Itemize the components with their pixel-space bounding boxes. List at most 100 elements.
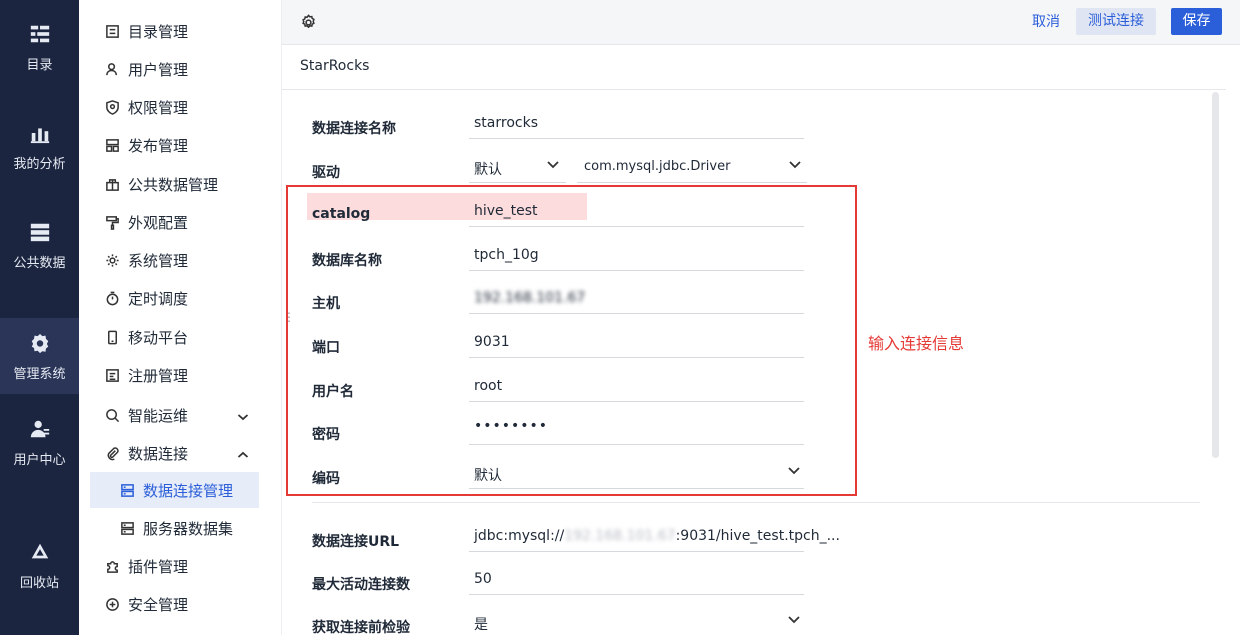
shield-icon	[104, 99, 120, 115]
sidebar-item-label: 定时调度	[128, 289, 189, 308]
catalog-icon	[28, 22, 52, 46]
mobile-icon	[104, 329, 120, 345]
divider	[282, 89, 1226, 90]
rail-item-label: 目录	[26, 57, 53, 73]
rail-item-catalog[interactable]: 目录	[0, 9, 79, 85]
user-icon	[28, 417, 52, 441]
editor-toolbar: 取消 测试连接 保存	[282, 0, 1240, 45]
database-icon	[28, 220, 52, 244]
cancel-button[interactable]: 取消	[1022, 9, 1070, 35]
sidebar-item-security-management[interactable]: 安全管理	[79, 586, 282, 622]
url-suffix: :9031/hive_test.tpch_...	[675, 528, 840, 544]
chevron-down-icon[interactable]	[237, 409, 249, 421]
sidebar-item-mobile-platform[interactable]: 移动平台	[79, 319, 282, 355]
connection-name-input[interactable]: starrocks	[474, 115, 538, 131]
sidebar-item-label: 外观配置	[128, 213, 189, 232]
rail-item-label: 公共数据	[13, 255, 66, 271]
sidebar-item-publish-management[interactable]: 发布管理	[79, 127, 282, 163]
driver-mode-select[interactable]: 默认	[474, 159, 502, 179]
driver-class-select[interactable]: com.mysql.jdbc.Driver	[584, 159, 730, 174]
chevron-down-icon[interactable]	[788, 157, 802, 171]
sidebar-item-registration-management[interactable]: 注册管理	[79, 357, 282, 393]
url-host: 192.168.101.67	[564, 528, 676, 544]
field-label: 获取连接前检验	[312, 620, 410, 635]
sidebar-item-label: 用户管理	[128, 60, 189, 79]
management-sidebar: 目录管理 用户管理 权限管理 发布管理 公共数据管理 外观配置 系统管理 定时调…	[79, 0, 282, 635]
recycle-icon	[28, 540, 52, 564]
sidebar-item-label: 发布管理	[128, 136, 189, 155]
sidebar-item-label: 公共数据管理	[128, 175, 219, 194]
rail-item-management[interactable]: 管理系统	[0, 318, 79, 394]
sidebar-item-label: 系统管理	[128, 251, 189, 270]
sidebar-item-permission-management[interactable]: 权限管理	[79, 89, 282, 125]
sidebar-item-data-connection-management[interactable]: 数据连接管理	[90, 472, 259, 508]
sidebar-item-label: 注册管理	[128, 366, 189, 385]
package-icon	[104, 176, 120, 192]
rail-item-label: 回收站	[19, 575, 59, 591]
sidebar-item-label: 插件管理	[128, 557, 189, 576]
list-icon	[104, 23, 120, 39]
timer-icon	[104, 290, 120, 306]
app-rail: 目录 我的分析 公共数据 管理系统 用户中心 回收站	[0, 0, 79, 635]
connection-url-value: jdbc:mysql://192.168.101.67:9031/hive_te…	[474, 528, 840, 544]
sidebar-item-scheduler[interactable]: 定时调度	[79, 280, 282, 316]
max-active-connections-input[interactable]: 50	[474, 571, 492, 587]
sidebar-item-label: 权限管理	[128, 98, 189, 117]
sidebar-item-data-connection[interactable]: 数据连接	[79, 435, 282, 471]
url-prefix: jdbc:mysql://	[474, 528, 565, 544]
field-connection-url: 数据连接URL jdbc:mysql://192.168.101.67:9031…	[312, 520, 840, 560]
validate-before-get-select[interactable]: 是	[474, 614, 488, 634]
sidebar-item-label: 目录管理	[128, 22, 189, 41]
field-label: 最大活动连接数	[312, 577, 410, 593]
sidebar-item-catalog-management[interactable]: 目录管理	[79, 13, 282, 49]
server-icon	[119, 482, 135, 498]
connection-type-title: StarRocks	[300, 58, 370, 74]
chart-icon	[28, 121, 52, 145]
rail-item-label: 管理系统	[13, 366, 66, 382]
settings-icon[interactable]	[300, 14, 318, 32]
sidebar-item-label: 安全管理	[128, 595, 189, 614]
user-icon	[104, 61, 120, 77]
field-connection-name: 数据连接名称 starrocks	[312, 107, 812, 147]
rail-item-recycle-bin[interactable]: 回收站	[0, 527, 79, 603]
sidebar-item-plugin-management[interactable]: 插件管理	[79, 548, 282, 584]
field-label: 驱动	[312, 165, 340, 181]
connection-info-highlight-box	[286, 185, 857, 496]
paint-roller-icon	[104, 214, 120, 230]
paperclip-icon	[104, 445, 120, 461]
sidebar-item-appearance-config[interactable]: 外观配置	[79, 204, 282, 240]
sidebar-item-server-dataset[interactable]: 服务器数据集	[79, 510, 282, 546]
annotation-label: 输入连接信息	[868, 334, 965, 353]
scrollbar[interactable]	[1212, 92, 1219, 458]
sidebar-item-smart-ops[interactable]: 智能运维	[79, 397, 282, 433]
chevron-down-icon[interactable]	[546, 157, 560, 171]
gear-icon	[104, 252, 120, 268]
sidebar-item-public-data-management[interactable]: 公共数据管理	[79, 166, 282, 202]
shield-plus-icon	[104, 596, 120, 612]
field-validate-before-get: 获取连接前检验 是	[312, 606, 812, 635]
chevron-up-icon[interactable]	[237, 447, 249, 459]
rail-item-my-analysis[interactable]: 我的分析	[0, 108, 79, 184]
save-button[interactable]: 保存	[1171, 8, 1222, 35]
sidebar-item-label: 智能运维	[128, 406, 189, 425]
settings-gear-icon	[28, 331, 52, 355]
rail-item-user-center[interactable]: 用户中心	[0, 404, 79, 480]
field-label: 数据连接URL	[312, 534, 400, 550]
rail-item-label: 用户中心	[13, 452, 66, 468]
sidebar-item-label: 服务器数据集	[143, 519, 234, 538]
chevron-down-icon[interactable]	[787, 612, 801, 626]
server-icon	[119, 520, 135, 536]
sidebar-item-label: 移动平台	[128, 328, 189, 347]
rail-item-public-data[interactable]: 公共数据	[0, 207, 79, 283]
test-connection-button[interactable]: 测试连接	[1076, 8, 1156, 35]
sidebar-item-user-management[interactable]: 用户管理	[79, 51, 282, 87]
field-label: 数据连接名称	[312, 121, 396, 137]
sidebar-item-label: 数据连接	[128, 444, 189, 463]
rail-item-label: 我的分析	[13, 156, 66, 172]
divider	[312, 502, 1200, 503]
sidebar-item-system-management[interactable]: 系统管理	[79, 242, 282, 278]
register-icon	[104, 367, 120, 383]
puzzle-icon	[104, 558, 120, 574]
publish-icon	[104, 137, 120, 153]
field-max-active-connections: 最大活动连接数 50	[312, 563, 812, 603]
